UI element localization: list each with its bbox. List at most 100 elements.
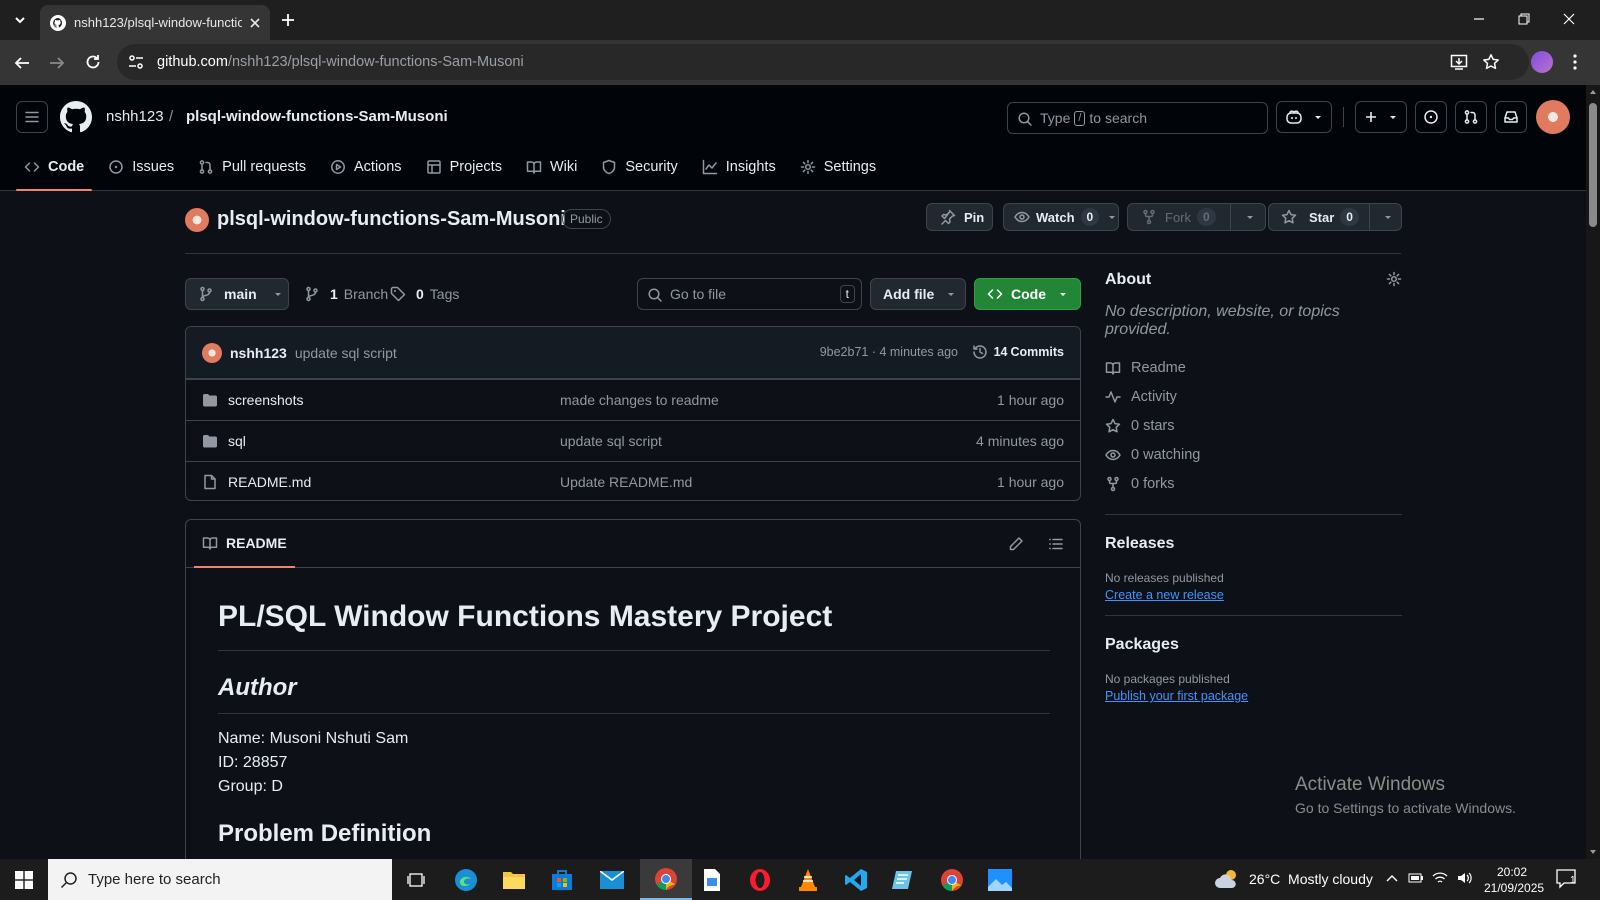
commit-author-avatar[interactable] — [202, 342, 222, 363]
star-button[interactable]: Star 0 — [1268, 203, 1402, 231]
battery-icon[interactable] — [1408, 871, 1424, 885]
volume-icon[interactable] — [1456, 870, 1472, 886]
packages-title[interactable]: Packages — [1105, 636, 1402, 654]
notification-center-icon[interactable]: 1 — [1556, 869, 1578, 889]
bookmark-star-icon[interactable] — [1482, 53, 1500, 71]
file-commit-message[interactable]: made changes to readme — [560, 392, 719, 408]
global-search-input[interactable]: Type / to search — [1007, 102, 1268, 134]
file-explorer-icon[interactable] — [490, 859, 538, 900]
tab-issues[interactable]: Issues — [100, 143, 182, 191]
readme-tab[interactable]: README — [194, 520, 295, 568]
pull-requests-button[interactable] — [1455, 101, 1487, 133]
document-app-icon[interactable] — [688, 859, 736, 900]
chrome-profile-icon[interactable] — [928, 859, 976, 900]
url-bar[interactable]: github.com/nshh123/plsql-window-function… — [117, 44, 1529, 80]
site-info-icon[interactable] — [127, 53, 145, 71]
pin-button[interactable]: Pin — [926, 203, 993, 231]
page-scrollbar[interactable] — [1586, 85, 1600, 859]
file-name[interactable]: sql — [228, 433, 246, 449]
forward-icon[interactable] — [48, 54, 66, 72]
tab-settings[interactable]: Settings — [792, 143, 884, 191]
install-app-icon[interactable] — [1450, 53, 1468, 71]
commit-author[interactable]: nshh123 — [230, 345, 287, 361]
breadcrumb-repo[interactable]: plsql-window-functions-Sam-Musoni — [186, 108, 448, 125]
mail-icon[interactable] — [588, 859, 636, 900]
photos-icon[interactable] — [976, 859, 1024, 900]
stat-activity[interactable]: Activity — [1105, 382, 1402, 411]
publish-package-link[interactable]: Publish your first package — [1105, 689, 1402, 703]
outline-list-icon[interactable] — [1048, 536, 1064, 552]
taskbar-search-input[interactable]: Type here to search — [48, 859, 392, 900]
stat-watching[interactable]: 0 watching — [1105, 440, 1402, 469]
stat-stars[interactable]: 0 stars — [1105, 411, 1402, 440]
fork-button[interactable]: Fork 0 — [1127, 203, 1266, 231]
watch-button[interactable]: Watch 0 — [1003, 203, 1119, 231]
tab-insights[interactable]: Insights — [694, 143, 784, 191]
issues-button[interactable] — [1415, 101, 1447, 133]
go-to-file-input[interactable]: Go to file t — [637, 278, 862, 310]
restore-window-icon[interactable] — [1517, 12, 1531, 26]
create-release-link[interactable]: Create a new release — [1105, 588, 1402, 602]
profile-avatar[interactable] — [1531, 51, 1553, 73]
stat-readme[interactable]: Readme — [1105, 353, 1402, 382]
vlc-icon[interactable] — [784, 859, 832, 900]
tags-link[interactable]: 0 Tags — [390, 286, 459, 302]
branches-link[interactable]: 1 Branch — [304, 286, 388, 302]
inbox-button[interactable] — [1495, 101, 1527, 133]
task-view-icon[interactable] — [392, 859, 440, 900]
tab-pull-requests[interactable]: Pull requests — [190, 143, 314, 191]
close-tab-icon[interactable] — [250, 17, 260, 28]
scroll-up-icon[interactable] — [1589, 88, 1597, 96]
create-new-button[interactable] — [1355, 101, 1407, 133]
global-menu-button[interactable] — [16, 101, 48, 133]
tab-code[interactable]: Code — [16, 143, 93, 191]
file-commit-message[interactable]: Update README.md — [560, 474, 692, 490]
commit-meta[interactable]: 9be2b71 · 4 minutes ago — [820, 345, 958, 359]
tab-actions[interactable]: Actions — [322, 143, 410, 191]
back-icon[interactable] — [13, 54, 31, 72]
edge-icon[interactable] — [442, 859, 490, 900]
clock[interactable]: 20:02 21/09/2025 — [1484, 864, 1544, 896]
code-button[interactable]: Code — [974, 278, 1081, 310]
file-name[interactable]: screenshots — [228, 392, 303, 408]
minimize-window-icon[interactable] — [1472, 12, 1486, 26]
weather-widget[interactable]: 26°C Mostly cloudy — [1215, 868, 1373, 890]
store-icon[interactable] — [538, 859, 586, 900]
tab-projects[interactable]: Projects — [418, 143, 510, 191]
file-commit-message[interactable]: update sql script — [560, 433, 662, 449]
opera-icon[interactable] — [736, 859, 784, 900]
tab-security[interactable]: Security — [593, 143, 685, 191]
stat-forks[interactable]: 0 forks — [1105, 469, 1402, 498]
file-row[interactable]: README.md Update README.md 1 hour ago — [186, 461, 1080, 500]
notes-app-icon[interactable] — [880, 859, 928, 900]
reload-icon[interactable] — [84, 53, 102, 71]
tab-wiki[interactable]: Wiki — [518, 143, 585, 191]
github-logo-icon[interactable] — [60, 101, 92, 133]
close-window-icon[interactable] — [1562, 12, 1576, 26]
browser-tab[interactable]: nshh123/plsql-window-functio — [40, 5, 270, 40]
gear-icon[interactable] — [1386, 271, 1402, 287]
repo-title[interactable]: plsql-window-functions-Sam-Musoni — [217, 208, 566, 231]
vscode-icon[interactable] — [832, 859, 880, 900]
scrollbar-thumb[interactable] — [1589, 103, 1597, 227]
chevron-down-icon[interactable] — [1383, 212, 1393, 222]
commit-message[interactable]: update sql script — [295, 345, 397, 361]
show-hidden-icons-icon[interactable] — [1385, 872, 1399, 886]
network-icon[interactable] — [1432, 870, 1448, 886]
browser-menu-icon[interactable] — [1572, 53, 1578, 71]
branch-selector[interactable]: main — [185, 278, 289, 310]
file-row[interactable]: sql update sql script 4 minutes ago — [186, 420, 1080, 461]
chevron-down-icon[interactable] — [1245, 212, 1255, 222]
start-button[interactable] — [0, 859, 48, 900]
releases-title[interactable]: Releases — [1105, 535, 1402, 553]
new-tab-button[interactable] — [276, 8, 300, 32]
edit-readme-icon[interactable] — [1008, 536, 1024, 552]
copilot-button[interactable] — [1276, 101, 1332, 133]
commits-link[interactable]: 14 Commits — [972, 344, 1064, 360]
user-avatar[interactable] — [1536, 100, 1570, 134]
file-name[interactable]: README.md — [228, 474, 311, 490]
add-file-button[interactable]: Add file — [870, 278, 966, 310]
chrome-taskbar-icon[interactable] — [640, 859, 692, 900]
scroll-down-icon[interactable] — [1589, 848, 1597, 856]
file-row[interactable]: screenshots made changes to readme 1 hou… — [186, 379, 1080, 420]
